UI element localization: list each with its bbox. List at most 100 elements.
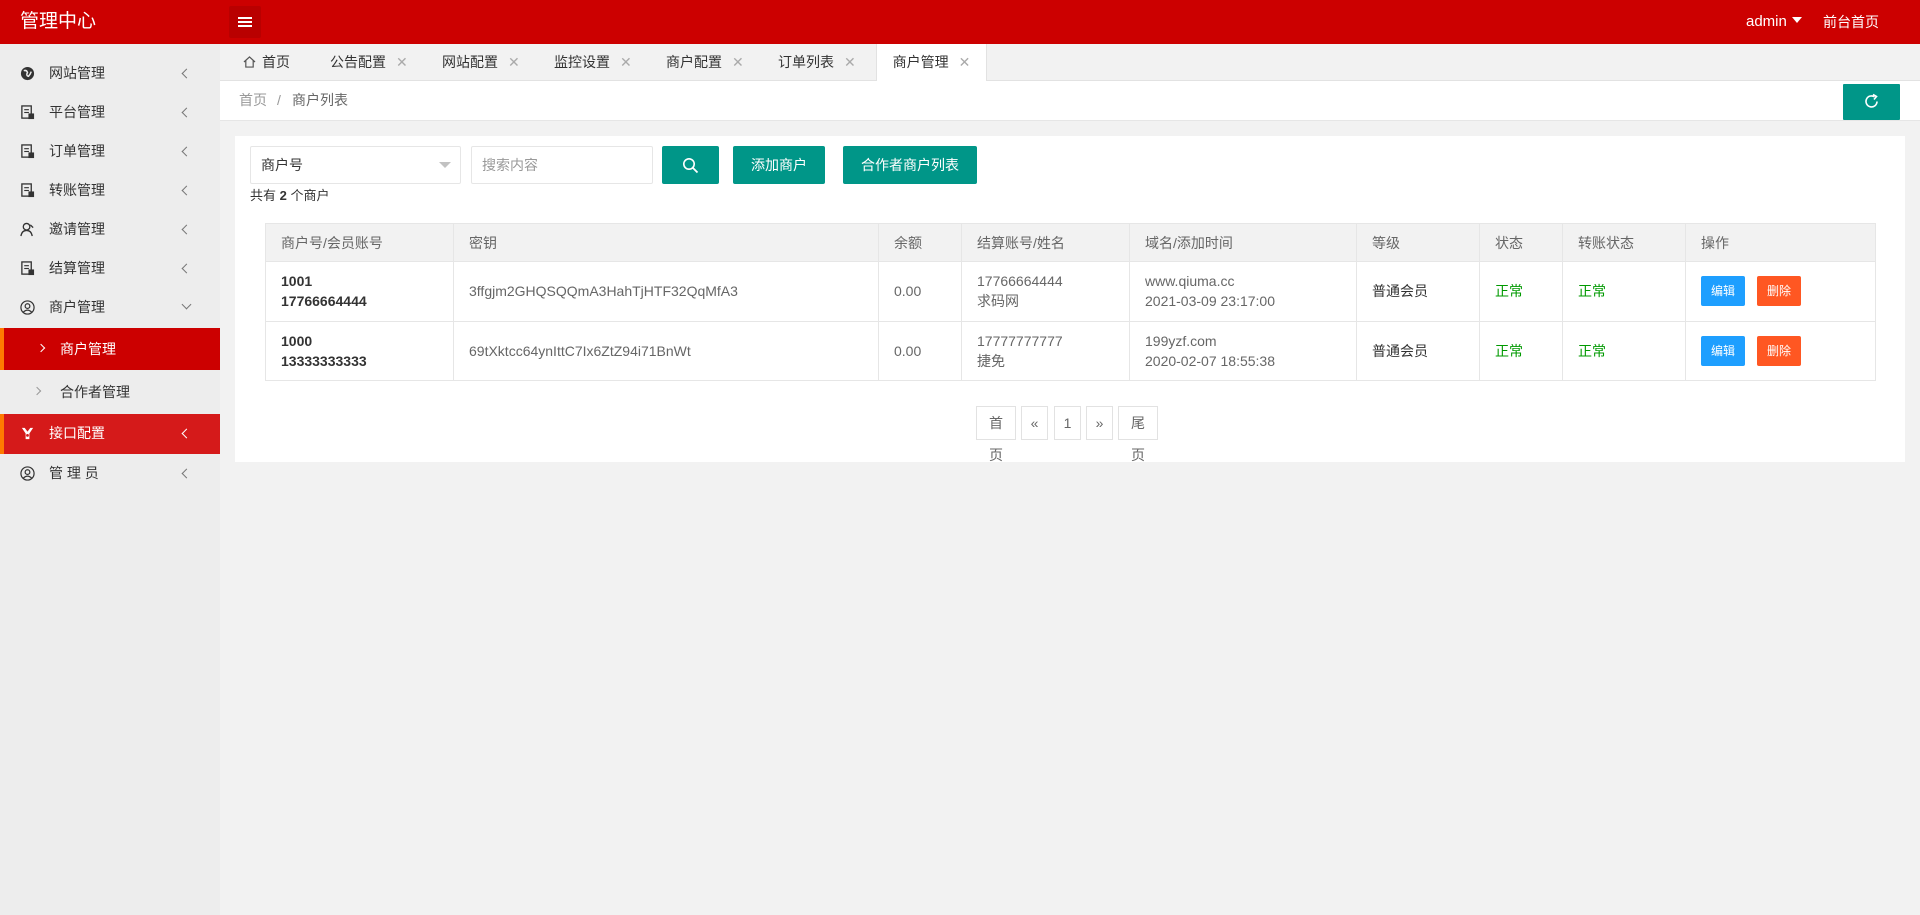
transfer-status-badge: 正常 — [1578, 283, 1606, 300]
settle-account: 17777777777 — [977, 332, 1063, 349]
sidebar-item-label: 网站管理 — [49, 65, 105, 81]
close-icon[interactable]: ✕ — [508, 54, 520, 70]
edit-button[interactable]: 编辑 — [1701, 276, 1746, 307]
pager-last[interactable]: 尾页 — [1118, 406, 1158, 463]
pager-first[interactable]: 首页 — [976, 406, 1016, 463]
sidebar-item-invites[interactable]: 邀请管理 — [0, 210, 220, 249]
chevron-left-icon — [181, 468, 192, 479]
close-icon[interactable]: ✕ — [620, 54, 632, 70]
close-icon[interactable]: ✕ — [844, 54, 856, 70]
status-cell: 正常 — [1479, 261, 1563, 322]
sidebar-item-label: 结算管理 — [49, 260, 105, 276]
sidebar: 网站管理 平台管理 订单管理 转账管理 邀请管理 结算管理 商户管理 商户管理 … — [0, 44, 220, 915]
select-value: 商户号 — [261, 157, 303, 173]
breadcrumb-current: 商户列表 — [292, 92, 348, 108]
column-header: 转账状态 — [1562, 223, 1686, 262]
edit-button[interactable]: 编辑 — [1701, 335, 1746, 366]
count-prefix: 共有 — [250, 188, 277, 203]
search-input[interactable] — [471, 146, 653, 184]
balance-cell: 0.00 — [878, 261, 962, 322]
key-cell: 3ffgjm2GHQSQQmA3HahTjHTF32QqMfA3 — [453, 261, 879, 322]
search-field-select[interactable]: 商户号 — [250, 146, 461, 184]
transfer-status-cell: 正常 — [1562, 320, 1686, 381]
partner-merchant-list-button[interactable]: 合作者商户列表 — [843, 146, 977, 184]
added-time: 2020-02-07 18:55:38 — [1145, 352, 1275, 369]
tab-order-list[interactable]: 订单列表 ✕ — [778, 44, 856, 81]
key-cell: 69tXktcc64ynIttC7Ix6ZtZ94i71BnWt — [453, 320, 879, 381]
user-menu[interactable]: admin — [1746, 0, 1802, 44]
sidebar-item-platform[interactable]: 平台管理 — [0, 93, 220, 132]
document-icon — [21, 144, 35, 159]
globe-icon — [20, 66, 35, 81]
document-icon — [21, 183, 35, 198]
close-icon[interactable]: ✕ — [732, 54, 744, 70]
tab-bar: 首页 公告配置 ✕ 网站配置 ✕ 监控设置 ✕ 商户配置 ✕ 订单列表 ✕ 商户管理 ✕ — [220, 44, 1920, 82]
tab-site-config[interactable]: 网站配置 ✕ — [442, 44, 520, 81]
search-icon — [683, 158, 699, 174]
close-icon[interactable]: ✕ — [959, 54, 971, 70]
status-badge: 正常 — [1495, 342, 1523, 359]
level: 普通会员 — [1372, 283, 1428, 300]
sidebar-item-label: 平台管理 — [49, 104, 105, 120]
sidebar-item-interface-config[interactable]: 接口配置 — [0, 414, 220, 454]
chevron-left-icon — [181, 185, 192, 196]
delete-button[interactable]: 删除 — [1757, 276, 1802, 307]
sidebar-item-merchants[interactable]: 商户管理 — [0, 288, 220, 327]
settlement-cell: 17777777777 捷免 — [961, 320, 1130, 381]
delete-button[interactable]: 删除 — [1757, 335, 1802, 366]
chevron-right-icon — [32, 386, 42, 396]
sidebar-subitem-merchant-management[interactable]: 商户管理 — [0, 328, 220, 370]
pager-page-1[interactable]: 1 — [1054, 406, 1081, 440]
sidebar-subitem-partners[interactable]: 合作者管理 — [0, 371, 220, 413]
settle-account: 17766664444 — [977, 273, 1063, 290]
breadcrumb-home[interactable]: 首页 — [239, 81, 267, 119]
sidebar-item-transfers[interactable]: 转账管理 — [0, 171, 220, 210]
column-header: 商户号/会员账号 — [265, 223, 454, 262]
domain-cell: www.qiuma.cc 2021-03-09 23:17:00 — [1129, 261, 1357, 322]
app-logo: 管理中心 — [20, 11, 97, 32]
tab-label: 订单列表 — [778, 54, 834, 70]
column-header: 结算账号/姓名 — [961, 223, 1130, 262]
column-header: 域名/添加时间 — [1129, 223, 1357, 262]
tab-label: 公告配置 — [330, 54, 386, 70]
chevron-down-icon — [181, 299, 192, 310]
level-cell: 普通会员 — [1356, 261, 1480, 322]
add-merchant-button[interactable]: 添加商户 — [733, 146, 825, 184]
refresh-button[interactable] — [1843, 84, 1900, 120]
merchant-id: 1000 — [281, 332, 313, 349]
tab-label: 监控设置 — [554, 54, 610, 70]
column-header: 状态 — [1479, 223, 1563, 262]
tab-merchant-management[interactable]: 商户管理 ✕ — [876, 44, 987, 82]
close-icon[interactable]: ✕ — [396, 54, 408, 70]
settle-name: 捷免 — [977, 352, 1005, 369]
search-button[interactable] — [662, 146, 719, 184]
tab-merchant-config[interactable]: 商户配置 ✕ — [666, 44, 744, 81]
pager-next[interactable]: » — [1086, 406, 1113, 440]
actions-cell: 编辑 删除 — [1685, 320, 1876, 381]
status-cell: 正常 — [1479, 320, 1563, 381]
tab-home[interactable]: 首页 — [243, 44, 290, 81]
tab-announcement-config[interactable]: 公告配置 ✕ — [330, 44, 408, 81]
pager-prev[interactable]: « — [1021, 406, 1048, 440]
hamburger-icon-line — [238, 25, 252, 27]
user-name: admin — [1746, 13, 1787, 30]
menu-toggle-button[interactable] — [229, 6, 261, 38]
sidebar-item-label: 转账管理 — [49, 182, 105, 198]
chevron-right-icon — [36, 343, 46, 353]
chevron-left-icon — [181, 224, 192, 235]
actions-cell: 编辑 删除 — [1685, 261, 1876, 322]
caret-down-icon — [1791, 17, 1802, 23]
tab-monitor-settings[interactable]: 监控设置 ✕ — [554, 44, 632, 81]
merchant-id: 1001 — [281, 273, 313, 290]
column-header: 等级 — [1356, 223, 1480, 262]
sidebar-item-admins[interactable]: 管 理 员 — [0, 454, 220, 493]
merchant-count: 共有 2 个商户 — [250, 188, 330, 204]
count-value: 2 — [279, 188, 287, 203]
front-page-link[interactable]: 前台首页 — [1823, 0, 1879, 44]
sidebar-item-orders[interactable]: 订单管理 — [0, 132, 220, 171]
added-time: 2021-03-09 23:17:00 — [1145, 293, 1275, 310]
sidebar-item-settlement[interactable]: 结算管理 — [0, 249, 220, 288]
member-account: 13333333333 — [281, 352, 367, 369]
sidebar-item-website[interactable]: 网站管理 — [0, 54, 220, 93]
chevron-left-icon — [181, 428, 192, 439]
